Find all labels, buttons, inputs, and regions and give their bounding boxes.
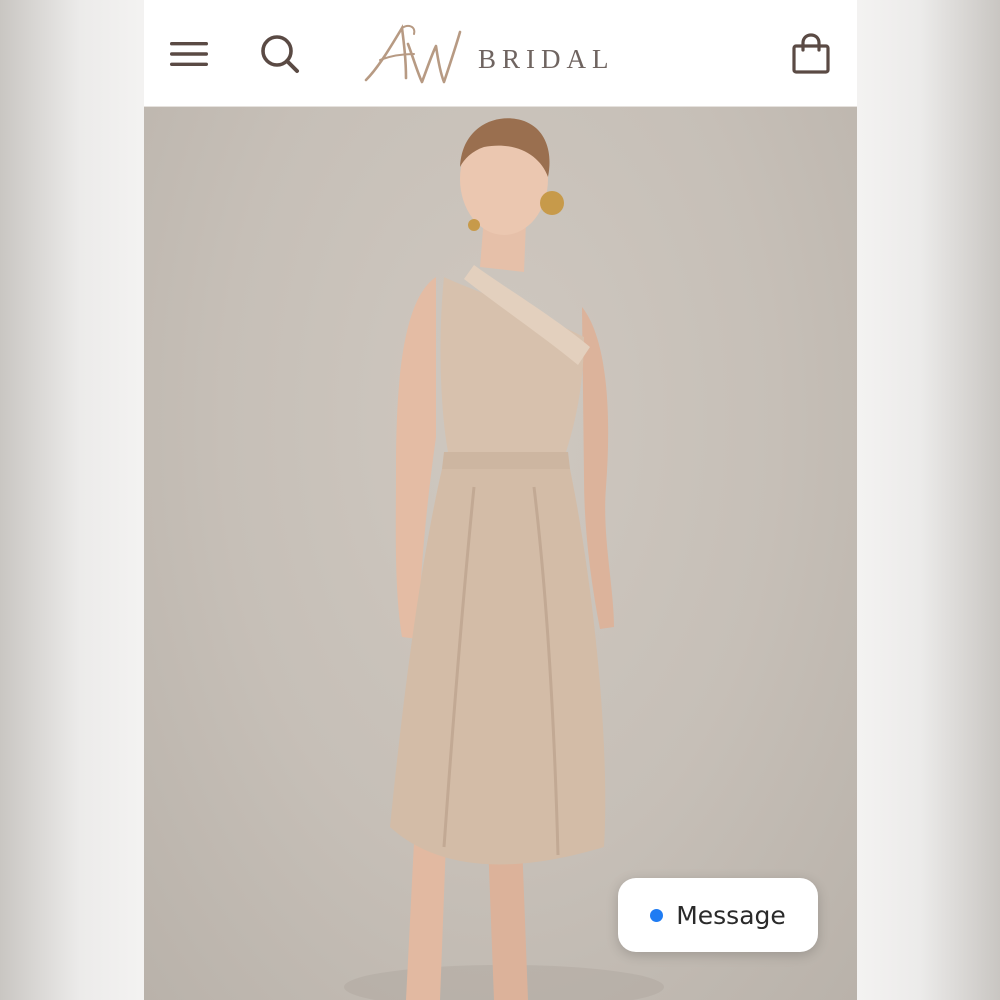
menu-button[interactable] [165,30,213,78]
model-dress-photo [344,118,664,1000]
cart-button[interactable] [787,30,835,78]
product-hero-image[interactable] [144,107,857,1000]
hamburger-menu-icon [170,42,208,66]
mobile-page: AW BRIDAL [144,0,857,1000]
message-chat-button[interactable]: Message [618,878,818,952]
search-icon [261,35,299,73]
top-navbar: AW BRIDAL [144,0,857,107]
logo-wordmark: BRIDAL [478,43,615,74]
shopping-bag-icon [792,33,830,74]
brand-logo[interactable]: AW BRIDAL [362,20,615,88]
search-button[interactable] [256,30,304,78]
aw-monogram-logo: AW [364,24,462,84]
message-label: Message [676,900,786,930]
online-status-dot-icon [650,908,664,922]
